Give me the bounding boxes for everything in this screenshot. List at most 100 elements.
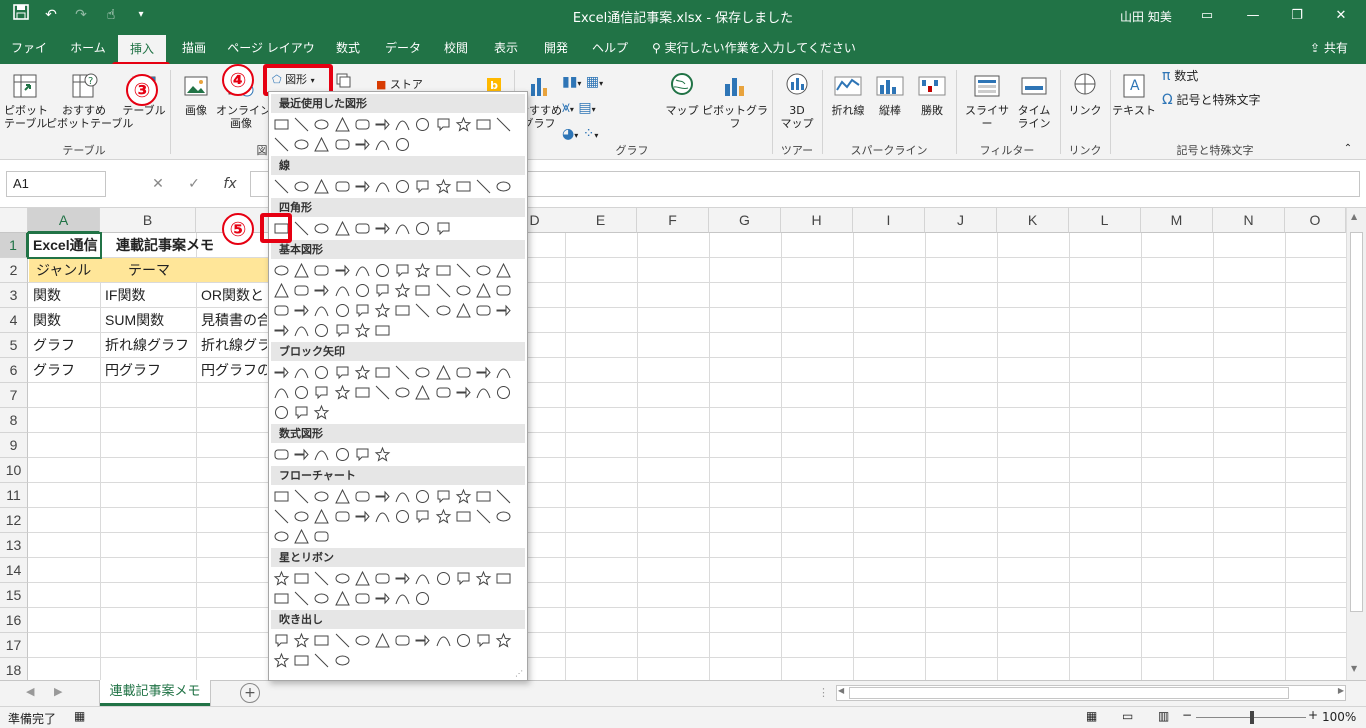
shape-option-icon[interactable]	[435, 632, 452, 649]
shape-option-icon[interactable]	[495, 116, 512, 133]
shape-option-icon[interactable]	[374, 322, 391, 339]
shape-option-icon[interactable]	[374, 116, 391, 133]
cell-a4[interactable]: 関数	[29, 308, 100, 332]
equation-button[interactable]: π 数式	[1162, 69, 1222, 83]
shape-option-icon[interactable]	[273, 528, 290, 545]
shape-option-icon[interactable]	[293, 446, 310, 463]
cell-b3[interactable]: IF関数	[101, 283, 196, 307]
zoom-out-icon[interactable]: −	[1182, 708, 1192, 722]
shape-option-icon[interactable]	[334, 302, 351, 319]
shape-option-icon[interactable]	[313, 404, 330, 421]
row-header[interactable]: 3	[0, 283, 28, 308]
cell-a3[interactable]: 関数	[29, 283, 100, 307]
vertical-scroll-thumb[interactable]	[1350, 232, 1363, 612]
row-header[interactable]: 6	[0, 358, 28, 383]
shape-option-icon[interactable]	[313, 262, 330, 279]
shape-option-icon[interactable]	[273, 116, 290, 133]
scroll-up-icon[interactable]: ▲	[1351, 212, 1357, 221]
symbol-button[interactable]: Ω 記号と特殊文字	[1162, 93, 1262, 107]
shape-option-icon[interactable]	[334, 570, 351, 587]
shape-option-icon[interactable]	[374, 384, 391, 401]
chevron-down-icon[interactable]: ▾	[130, 4, 152, 26]
sheet-prev-icon[interactable]: ◀	[26, 685, 34, 698]
column-header-j[interactable]: J	[925, 208, 997, 233]
shape-option-icon[interactable]	[313, 322, 330, 339]
horizontal-scroll-thumb[interactable]	[849, 687, 1289, 699]
shape-option-icon[interactable]	[475, 632, 492, 649]
row-header[interactable]: 2	[0, 258, 28, 283]
cell-b5[interactable]: 折れ線グラフ	[101, 333, 196, 357]
shape-option-icon[interactable]	[273, 632, 290, 649]
shape-option-icon[interactable]	[414, 116, 431, 133]
add-sheet-button[interactable]: +	[240, 683, 260, 703]
shape-option-icon[interactable]	[334, 178, 351, 195]
shape-option-icon[interactable]	[475, 282, 492, 299]
shape-option-icon[interactable]	[313, 570, 330, 587]
shape-option-icon[interactable]	[354, 302, 371, 319]
shape-option-icon[interactable]	[293, 136, 310, 153]
shape-option-icon[interactable]	[414, 262, 431, 279]
shape-option-icon[interactable]	[374, 364, 391, 381]
shape-option-icon[interactable]	[455, 488, 472, 505]
shape-option-icon[interactable]	[455, 302, 472, 319]
shape-option-icon[interactable]	[313, 384, 330, 401]
hand-pointer-icon[interactable]: ☝	[100, 4, 122, 26]
shape-option-icon[interactable]	[313, 364, 330, 381]
shape-option-icon[interactable]	[435, 116, 452, 133]
resize-grip-icon[interactable]: ⋰	[515, 669, 523, 678]
cell-a5[interactable]: グラフ	[29, 333, 100, 357]
shape-option-icon[interactable]	[354, 262, 371, 279]
text-button[interactable]: A テキスト	[1112, 70, 1156, 117]
shape-option-icon[interactable]	[495, 488, 512, 505]
shape-option-icon[interactable]	[273, 364, 290, 381]
shape-option-icon[interactable]	[414, 570, 431, 587]
shape-option-icon[interactable]	[394, 632, 411, 649]
shape-option-icon[interactable]	[354, 508, 371, 525]
select-all-corner[interactable]	[0, 208, 28, 233]
shape-option-icon[interactable]	[394, 282, 411, 299]
shape-option-icon[interactable]	[334, 262, 351, 279]
shape-option-icon[interactable]	[273, 262, 290, 279]
column-header-k[interactable]: K	[997, 208, 1069, 233]
horizontal-scrollbar[interactable]: ◀ ▶	[836, 685, 1346, 701]
shape-option-icon[interactable]	[435, 570, 452, 587]
shape-option-icon[interactable]	[435, 364, 452, 381]
shape-option-icon[interactable]	[273, 508, 290, 525]
shape-option-icon[interactable]	[495, 570, 512, 587]
shape-option-icon[interactable]	[455, 632, 472, 649]
shape-option-icon[interactable]	[374, 220, 391, 237]
shape-option-icon[interactable]	[334, 282, 351, 299]
shape-option-icon[interactable]	[455, 570, 472, 587]
tab-developer[interactable]: 開発	[536, 32, 576, 64]
column-header-a[interactable]: A	[28, 208, 100, 233]
row-header[interactable]: 15	[0, 583, 28, 608]
shape-option-icon[interactable]	[334, 384, 351, 401]
tab-split-handle-icon[interactable]: ⋮	[818, 686, 829, 699]
tab-file[interactable]: ファイル	[6, 32, 52, 87]
shape-option-icon[interactable]	[293, 570, 310, 587]
timeline-button[interactable]: タイム ライン	[1014, 70, 1054, 130]
column-header-i[interactable]: I	[853, 208, 925, 233]
shape-option-icon[interactable]	[293, 116, 310, 133]
shape-option-icon[interactable]	[374, 488, 391, 505]
shape-option-icon[interactable]	[273, 178, 290, 195]
page-break-view-icon[interactable]: ▥	[1158, 709, 1169, 723]
shape-option-icon[interactable]	[334, 136, 351, 153]
icons-button[interactable]	[334, 72, 352, 91]
name-box[interactable]: A1	[6, 171, 106, 197]
shape-option-icon[interactable]	[435, 282, 452, 299]
tab-home[interactable]: ホーム	[64, 32, 112, 64]
shape-option-icon[interactable]	[293, 220, 310, 237]
sparkline-winloss-button[interactable]: 勝敗	[912, 70, 952, 117]
column-header-b[interactable]: B	[100, 208, 196, 233]
shape-option-icon[interactable]	[273, 446, 290, 463]
shape-option-icon[interactable]	[354, 590, 371, 607]
shape-option-icon[interactable]	[414, 488, 431, 505]
shape-option-icon[interactable]	[435, 488, 452, 505]
shape-option-icon[interactable]	[273, 404, 290, 421]
column-header-m[interactable]: M	[1141, 208, 1213, 233]
shape-option-icon[interactable]	[374, 136, 391, 153]
shape-option-icon[interactable]	[273, 136, 290, 153]
shape-option-icon[interactable]	[293, 384, 310, 401]
row-header[interactable]: 10	[0, 458, 28, 483]
